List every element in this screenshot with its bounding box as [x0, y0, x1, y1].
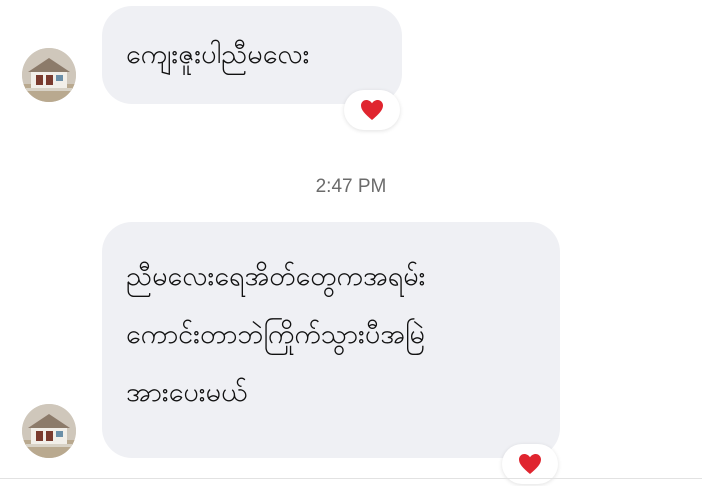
message-timestamp: 2:47 PM: [315, 176, 387, 197]
composer-divider: [0, 478, 702, 479]
message-text-line: အားပေးမယ်: [126, 377, 248, 408]
message-bubble[interactable]: ညီမလေးရေအိတ်တွေကအရမ်း ကောင်းတာဘဲကြိုက်သွ…: [102, 222, 560, 458]
message-text-line: ကောင်းတာဘဲကြိုက်သွားပီအမြဲ: [126, 319, 425, 350]
house-photo-icon: [22, 404, 76, 458]
message-reaction[interactable]: [344, 90, 400, 130]
heart-icon: [519, 454, 541, 474]
message-text: ကျေးဇူးပါညီမလေး: [126, 39, 310, 70]
message-bubble[interactable]: ကျေးဇူးပါညီမလေး: [102, 6, 402, 104]
message-text-line: ညီမလေးရေအိတ်တွေကအရမ်း: [126, 261, 426, 292]
heart-icon: [361, 100, 383, 120]
contact-avatar[interactable]: [22, 48, 76, 102]
house-photo-icon: [22, 48, 76, 102]
contact-avatar[interactable]: [22, 404, 76, 458]
chat-thread: ကျေးဇူးပါညီမလေး 2:47 PM ညီမလေးရေအိတ်တွေက…: [0, 0, 702, 486]
